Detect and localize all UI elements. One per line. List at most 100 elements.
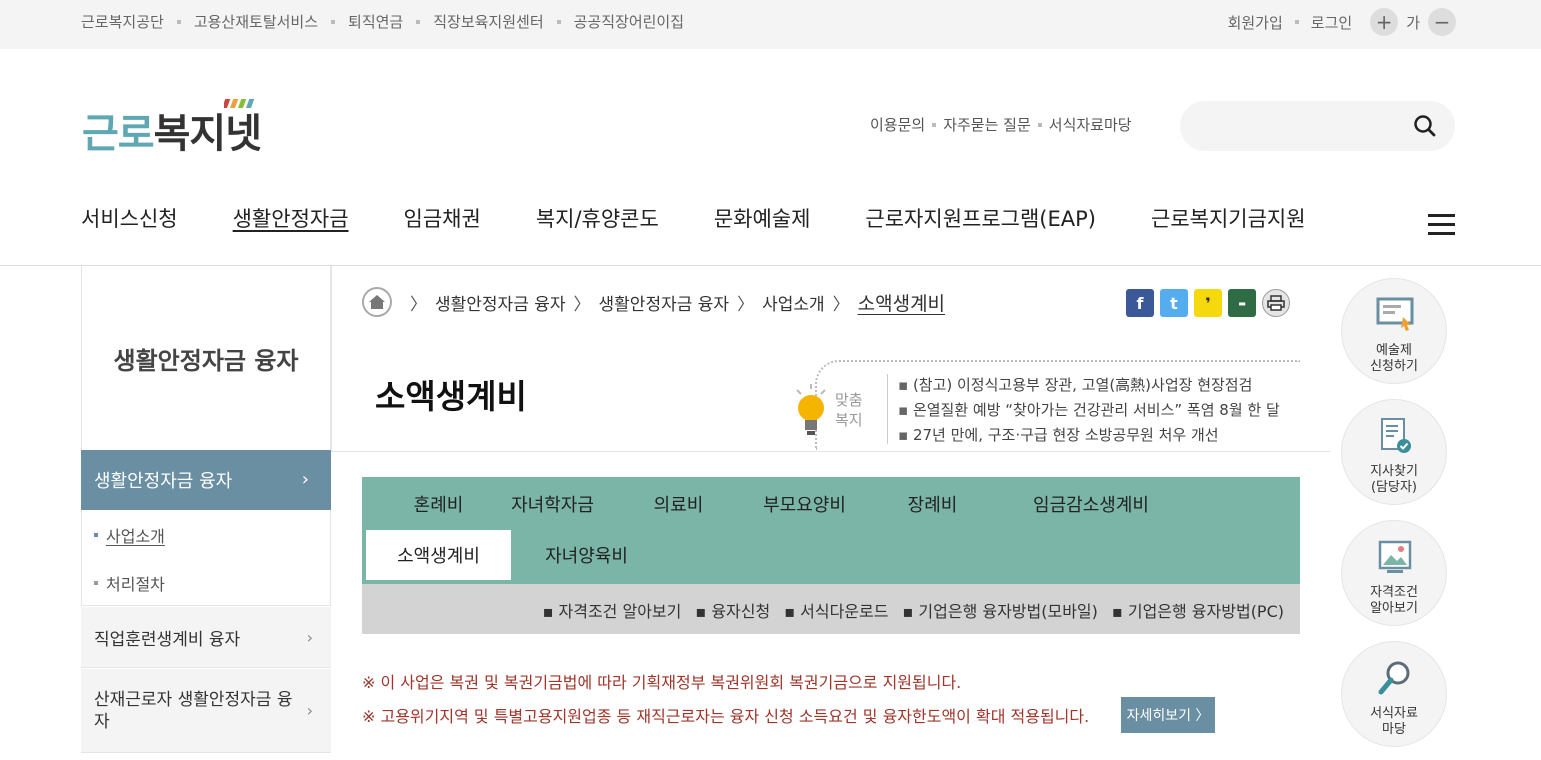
news-item[interactable]: (참고) 이정식고용부 장관, 고열(高熱)사업장 현장점검 [898,373,1280,398]
breadcrumb-item[interactable]: 생활안정자금 융자 [599,290,730,315]
sidebar-item-training-loan[interactable]: 직업훈련생계비 융자 › [81,607,331,668]
inquiry-link[interactable]: 이용문의 [870,114,925,135]
magnifier-icon [1378,661,1410,695]
link-pension[interactable]: 퇴직연금 [348,11,403,32]
signup-link[interactable]: 회원가입 [1228,12,1283,33]
link-public-daycare[interactable]: 공공직장어린이집 [574,11,684,32]
faq-link[interactable]: 자주묻는 질문 [943,114,1031,135]
tab-wage-decrease[interactable]: 임금감소생계비 [1006,481,1176,527]
page-title: 소액생계비 [375,377,527,416]
gnb-living-fund[interactable]: 생활안정자금 [233,203,349,233]
separator [416,19,421,24]
notice-lottery-fund: ※ 이 사업은 복권 및 복권기금법에 따라 기획재정부 복권위원회 복권기금으… [362,673,962,692]
subtab-ibk-pc[interactable]: 기업은행 융자방법(PC) [1098,598,1284,622]
login-link[interactable]: 로그인 [1311,12,1352,33]
header-links: 이용문의 자주묻는 질문 서식자료마당 [870,114,1132,135]
sidebar-title: 생활안정자금 융자 [113,346,299,375]
quick-art-apply[interactable]: 예술제 신청하기 [1341,278,1447,384]
artwork-apply-icon [1376,297,1414,331]
news-item[interactable]: 27년 만에, 구조·구급 현장 소방공무원 처우 개선 [898,423,1280,448]
custom-welfare-label: 맞춤 복지 [835,391,863,429]
chevron-right-icon: 〉 [573,294,591,315]
more-details-button[interactable]: 자세히보기 〉 [1121,697,1215,733]
share-buttons: f t ❜ ▬ [1126,289,1296,317]
quick-forms[interactable]: 서식자료 마당 [1341,641,1447,747]
tab-medical[interactable]: 의료비 [606,481,751,527]
sidebar-submenu: 사업소개 처리절차 [81,510,331,606]
chevron-right-icon: › [306,627,313,647]
sidebar-item-label: 산재근로자 생활안정자금 융자 [94,689,293,732]
quick-branch-find[interactable]: 지사찾기 (담당자) [1341,399,1447,505]
tab-tuition[interactable]: 자녀학자금 [480,481,625,527]
lightbulb-icon [796,384,826,435]
search-icon[interactable] [1413,114,1437,138]
link-total-service[interactable]: 고용산재토탈서비스 [194,11,318,32]
news-list: (참고) 이정식고용부 장관, 고열(高熱)사업장 현장점검 온열질환 예방 “… [898,373,1280,448]
gnb-art-festival[interactable]: 문화예술제 [714,203,811,233]
search-input[interactable] [1200,113,1400,139]
main-navigation: 서비스신청 생활안정자금 임금채권 복지/휴양콘도 문화예술제 근로자지원프로그… [81,203,1361,233]
logo-mark-icon [224,99,255,108]
forms-link[interactable]: 서식자료마당 [1049,114,1132,135]
tab-child-rearing[interactable]: 자녀양육비 [514,530,659,580]
bullet-icon [94,533,98,537]
sidebar-sub-procedure[interactable]: 처리절차 [94,571,165,595]
sidebar-item-label: 생활안정자금 융자 [94,471,233,492]
site-logo[interactable]: 근로복지넷 [82,99,262,159]
sidebar-sub-label: 처리절차 [106,575,165,594]
sidebar-title-box: 생활안정자금 융자 [81,266,331,450]
breadcrumb-item[interactable]: 생활안정자금 융자 [435,290,566,315]
news-item[interactable]: 온열질환 예방 “찾아가는 건강관리 서비스” 폭염 8월 한 달 [898,398,1280,423]
separator [1037,122,1042,127]
home-icon[interactable] [362,287,392,317]
twitter-icon[interactable]: t [1160,289,1188,317]
subtab-apply[interactable]: 융자신청 [681,598,770,622]
separator [556,19,561,24]
chevron-right-icon: › [306,700,313,720]
chevron-right-icon: › [301,469,309,490]
facebook-icon[interactable]: f [1126,289,1154,317]
kakaostory-icon[interactable]: ❜ [1194,289,1222,317]
member-links: 회원가입 로그인 + 가 − [1228,8,1456,36]
gnb-welfare-condo[interactable]: 복지/휴양콘도 [536,203,659,233]
zoom-in-button[interactable]: + [1370,8,1399,36]
separator [1294,20,1299,24]
band-icon[interactable]: ▬ [1228,289,1256,317]
gnb-welfare-fund[interactable]: 근로복지기금지원 [1151,203,1306,233]
link-kcomwel[interactable]: 근로복지공단 [81,11,164,32]
sidebar-sub-intro[interactable]: 사업소개 [94,523,165,547]
quick-label: 서식자료 마당 [1370,706,1418,737]
sidebar-item-living-loan[interactable]: 생활안정자금 융자 › [81,450,331,510]
breadcrumb: 〉 생활안정자금 융자 〉 생활안정자금 융자 〉 사업소개 〉 소액생계비 [362,287,945,317]
sidebar-item-injured-worker-loan[interactable]: 산재근로자 생활안정자금 융자 › [81,669,331,753]
chevron-right-icon: 〉 [832,294,850,315]
menu-icon[interactable] [1428,214,1455,236]
subtab-ibk-mobile[interactable]: 기업은행 융자방법(모바일) [888,598,1097,622]
tab-small-living[interactable]: 소액생계비 [366,530,511,580]
gnb-service-apply[interactable]: 서비스신청 [81,203,178,233]
tab-parent-care[interactable]: 부모요양비 [732,481,877,527]
subtab-qualification[interactable]: 자격조건 알아보기 [529,598,682,622]
sub-tabs: 자격조건 알아보기 융자신청 서식다운로드 기업은행 융자방법(모바일) 기업은… [362,584,1300,634]
content-divider [331,451,1331,452]
separator [331,19,336,24]
custom-box-divider [887,374,888,444]
breadcrumb-current: 소액생계비 [857,292,946,315]
zoom-out-button[interactable]: − [1428,8,1456,36]
gnb-wage-claim[interactable]: 임금채권 [404,203,481,233]
custom-welfare-box: 맞춤 복지 (참고) 이정식고용부 장관, 고열(高熱)사업장 현장점검 온열질… [785,360,1300,450]
gnb-eap[interactable]: 근로자지원프로그램(EAP) [865,203,1096,233]
print-icon[interactable] [1262,289,1290,317]
search-box [1180,101,1455,151]
subtab-forms[interactable]: 서식다운로드 [770,598,888,622]
link-childcare-center[interactable]: 직장보육지원센터 [433,11,543,32]
quick-qualification[interactable]: 자격조건 알아보기 [1341,520,1447,626]
breadcrumb-item[interactable]: 사업소개 [762,290,825,315]
chevron-right-icon: 〉 [410,294,427,315]
zoom-label: 가 [1406,13,1420,32]
separator [176,19,181,24]
logo-text-part2: 복지넷 [153,111,262,157]
quick-label: 예술제 신청하기 [1370,343,1418,374]
sidebar-sub-label: 사업소개 [106,527,165,546]
tab-funeral[interactable]: 장례비 [860,481,1005,527]
